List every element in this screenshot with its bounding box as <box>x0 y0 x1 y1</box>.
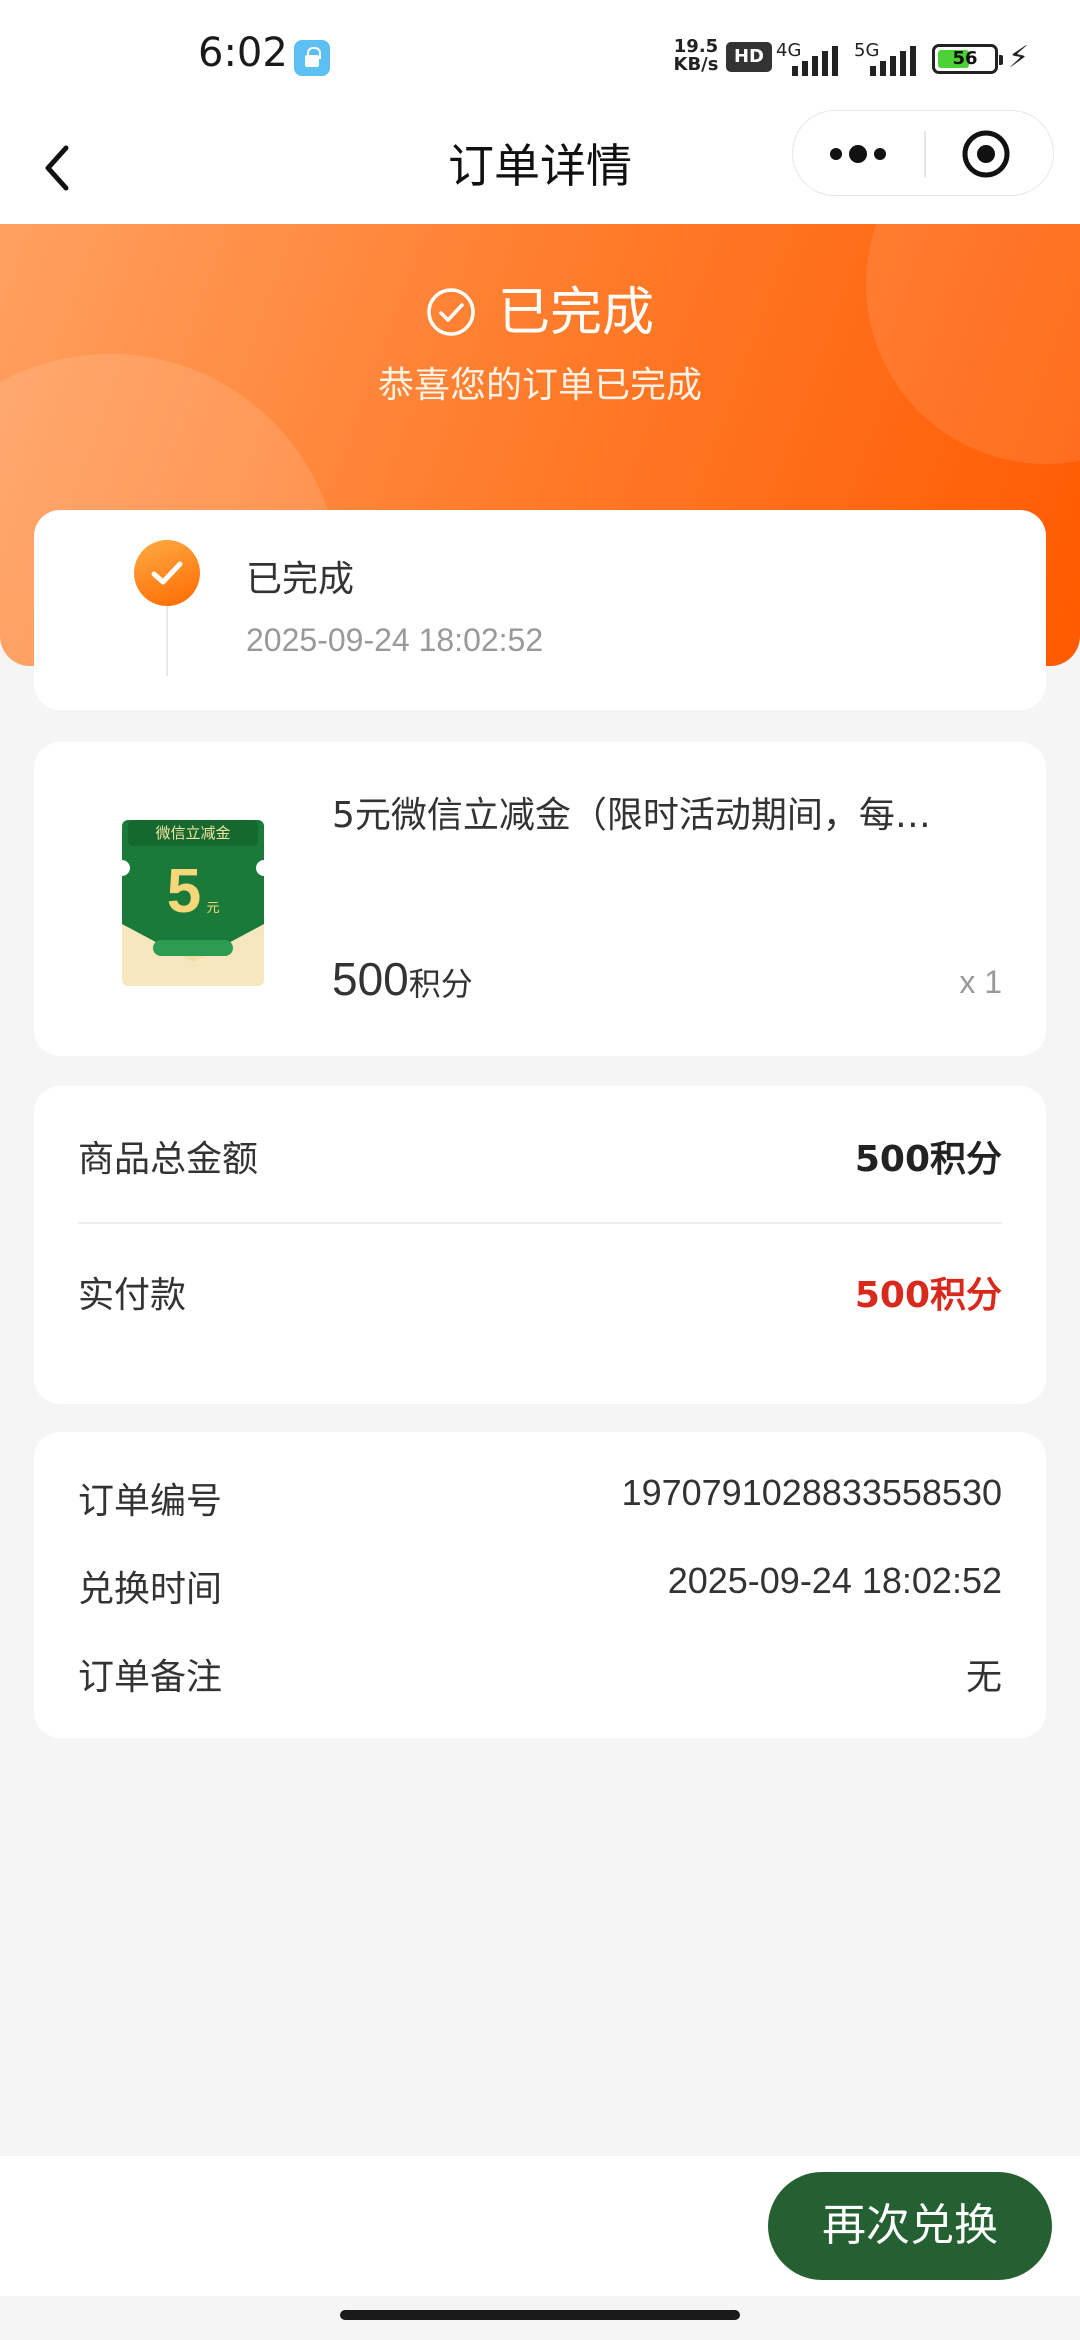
goods-quantity: x 1 <box>959 964 1002 1000</box>
more-dots-icon <box>830 145 886 163</box>
goods-price-unit: 积分 <box>408 965 473 1003</box>
hero-status-text: 已完成 <box>497 283 654 343</box>
check-icon <box>151 561 183 585</box>
total-amount-label: 商品总金额 <box>78 1139 259 1180</box>
target-icon <box>962 130 1010 178</box>
battery-icon: 56 <box>932 44 1003 74</box>
goods-image: 微信立减金 5 元 <box>118 812 268 992</box>
signal-4g-icon: 4G <box>776 40 848 76</box>
envelope-header-text: 微信立减金 <box>155 824 230 842</box>
goods-card[interactable]: 微信立减金 5 元 5元微信立减金（限时活动期间，每… 500积分 x 1 <box>34 742 1046 1056</box>
paid-amount-label: 实付款 <box>78 1275 187 1316</box>
order-remark-label: 订单备注 <box>78 1657 223 1698</box>
signal-5g-icon: 5G <box>854 40 926 76</box>
hero-subtitle: 恭喜您的订单已完成 <box>377 365 702 406</box>
reorder-button[interactable]: 再次兑换 <box>768 2172 1052 2280</box>
app-lock-icon <box>294 40 330 76</box>
bottom-action-bar: 再次兑换 <box>0 2156 1080 2296</box>
status-time: 6:02 <box>198 30 288 76</box>
goods-price: 500积分 <box>332 952 473 1006</box>
goods-name: 5元微信立减金（限时活动期间，每… <box>332 795 931 836</box>
status-bar: 6:02 19.5 KB/s HD 4G 5G 56 ⚡ <box>0 0 1080 110</box>
home-indicator[interactable] <box>340 2310 740 2320</box>
timeline-dot <box>134 540 200 606</box>
close-button[interactable] <box>961 129 1011 179</box>
nav-bar: 订单详情 <box>0 110 1080 224</box>
order-info-card: 订单编号 1970791028833558530 兑换时间 2025-09-24… <box>34 1432 1046 1738</box>
mini-program-capsule <box>792 110 1054 196</box>
red-packet-envelope-icon: 微信立减金 5 元 <box>122 820 264 986</box>
order-timeline-card: 已完成 2025-09-24 18:02:52 <box>34 510 1046 710</box>
exchange-time-label: 兑换时间 <box>78 1569 223 1610</box>
order-number-label: 订单编号 <box>78 1481 223 1522</box>
hero-status: 已完成 <box>0 270 1080 345</box>
total-amount-value: 500积分 <box>854 1139 1002 1180</box>
order-number-value[interactable]: 1970791028833558530 <box>622 1472 1002 1514</box>
exchange-time-value: 2025-09-24 18:02:52 <box>667 1560 1002 1601</box>
envelope-unit-text: 元 <box>206 901 219 916</box>
charging-icon: ⚡ <box>1008 40 1030 75</box>
network-speed: 19.5 KB/s <box>673 36 719 75</box>
goods-price-value: 500 <box>332 953 409 1005</box>
envelope-amount-text: 5 <box>167 857 201 926</box>
amount-card: 商品总金额 500积分 实付款 500积分 <box>34 1086 1046 1404</box>
hd-voice-badge: HD <box>726 42 772 72</box>
more-button[interactable] <box>823 111 893 197</box>
paid-amount-value: 500积分 <box>854 1275 1002 1316</box>
amount-divider <box>78 1222 1002 1224</box>
timeline-line <box>166 606 168 676</box>
battery-level: 56 <box>952 48 978 69</box>
timeline-title: 已完成 <box>246 559 355 600</box>
order-remark-value: 无 <box>965 1656 1002 1697</box>
check-circle-icon <box>427 288 475 336</box>
timeline-time: 2025-09-24 18:02:52 <box>246 622 544 658</box>
capsule-divider <box>924 131 926 177</box>
